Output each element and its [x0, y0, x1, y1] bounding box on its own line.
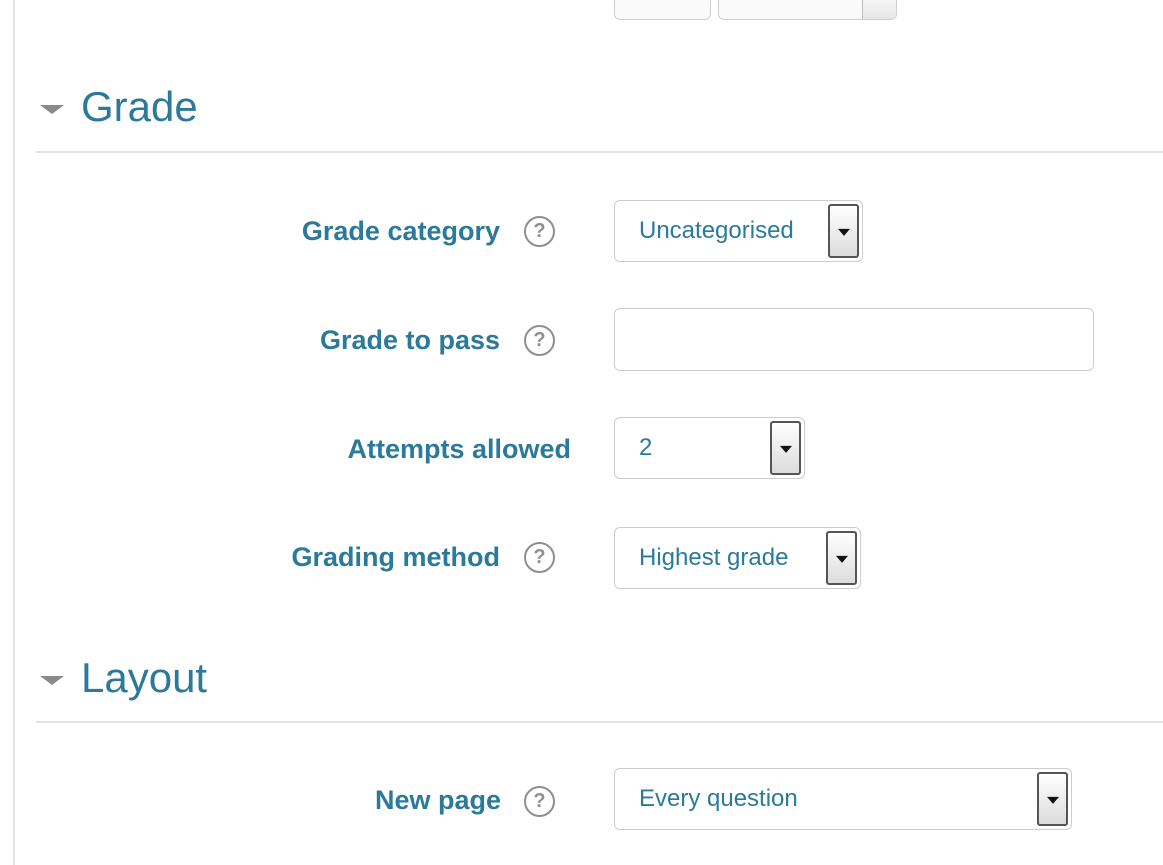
quiz-settings-form: Grade Grade category ? Uncategorised Gra… — [0, 0, 1163, 865]
section-title-layout: Layout — [81, 654, 208, 701]
left-border — [13, 0, 15, 865]
chevron-down-icon[interactable] — [862, 0, 896, 19]
grading-method-value: Highest grade — [639, 544, 789, 571]
caret-down-icon[interactable] — [40, 104, 64, 114]
attempts-allowed-label: Attempts allowed — [347, 434, 571, 464]
section-header-layout[interactable]: Layout — [40, 657, 207, 699]
chevron-down-icon[interactable] — [770, 421, 801, 475]
section-divider — [36, 721, 1163, 723]
question-circle-icon[interactable]: ? — [524, 216, 555, 247]
grade-category-value: Uncategorised — [639, 217, 794, 244]
grade-to-pass-input[interactable] — [614, 308, 1094, 371]
grading-method-select[interactable]: Highest grade — [614, 527, 861, 589]
chevron-down-icon[interactable] — [1037, 772, 1068, 826]
section-header-grade[interactable]: Grade — [40, 86, 198, 128]
chevron-down-icon[interactable] — [826, 531, 857, 585]
question-circle-icon[interactable]: ? — [524, 542, 555, 573]
attempts-allowed-value: 2 — [639, 434, 653, 461]
section-title-grade: Grade — [81, 83, 198, 130]
previous-field-control[interactable] — [614, 0, 711, 20]
grading-method-label: Grading method — [291, 542, 501, 572]
grade-category-select[interactable]: Uncategorised — [614, 200, 863, 262]
chevron-down-icon[interactable] — [828, 204, 859, 258]
question-circle-icon[interactable]: ? — [524, 325, 555, 356]
grade-to-pass-label: Grade to pass — [319, 325, 500, 355]
new-page-value: Every question — [639, 785, 798, 812]
new-page-label: New page — [374, 785, 501, 815]
previous-field-select[interactable] — [718, 0, 897, 20]
new-page-select[interactable]: Every question — [614, 768, 1072, 830]
section-divider — [36, 151, 1163, 153]
grade-category-label: Grade category — [301, 216, 500, 246]
question-circle-icon[interactable]: ? — [524, 786, 555, 817]
attempts-allowed-select[interactable]: 2 — [614, 417, 805, 479]
caret-down-icon[interactable] — [40, 675, 64, 685]
